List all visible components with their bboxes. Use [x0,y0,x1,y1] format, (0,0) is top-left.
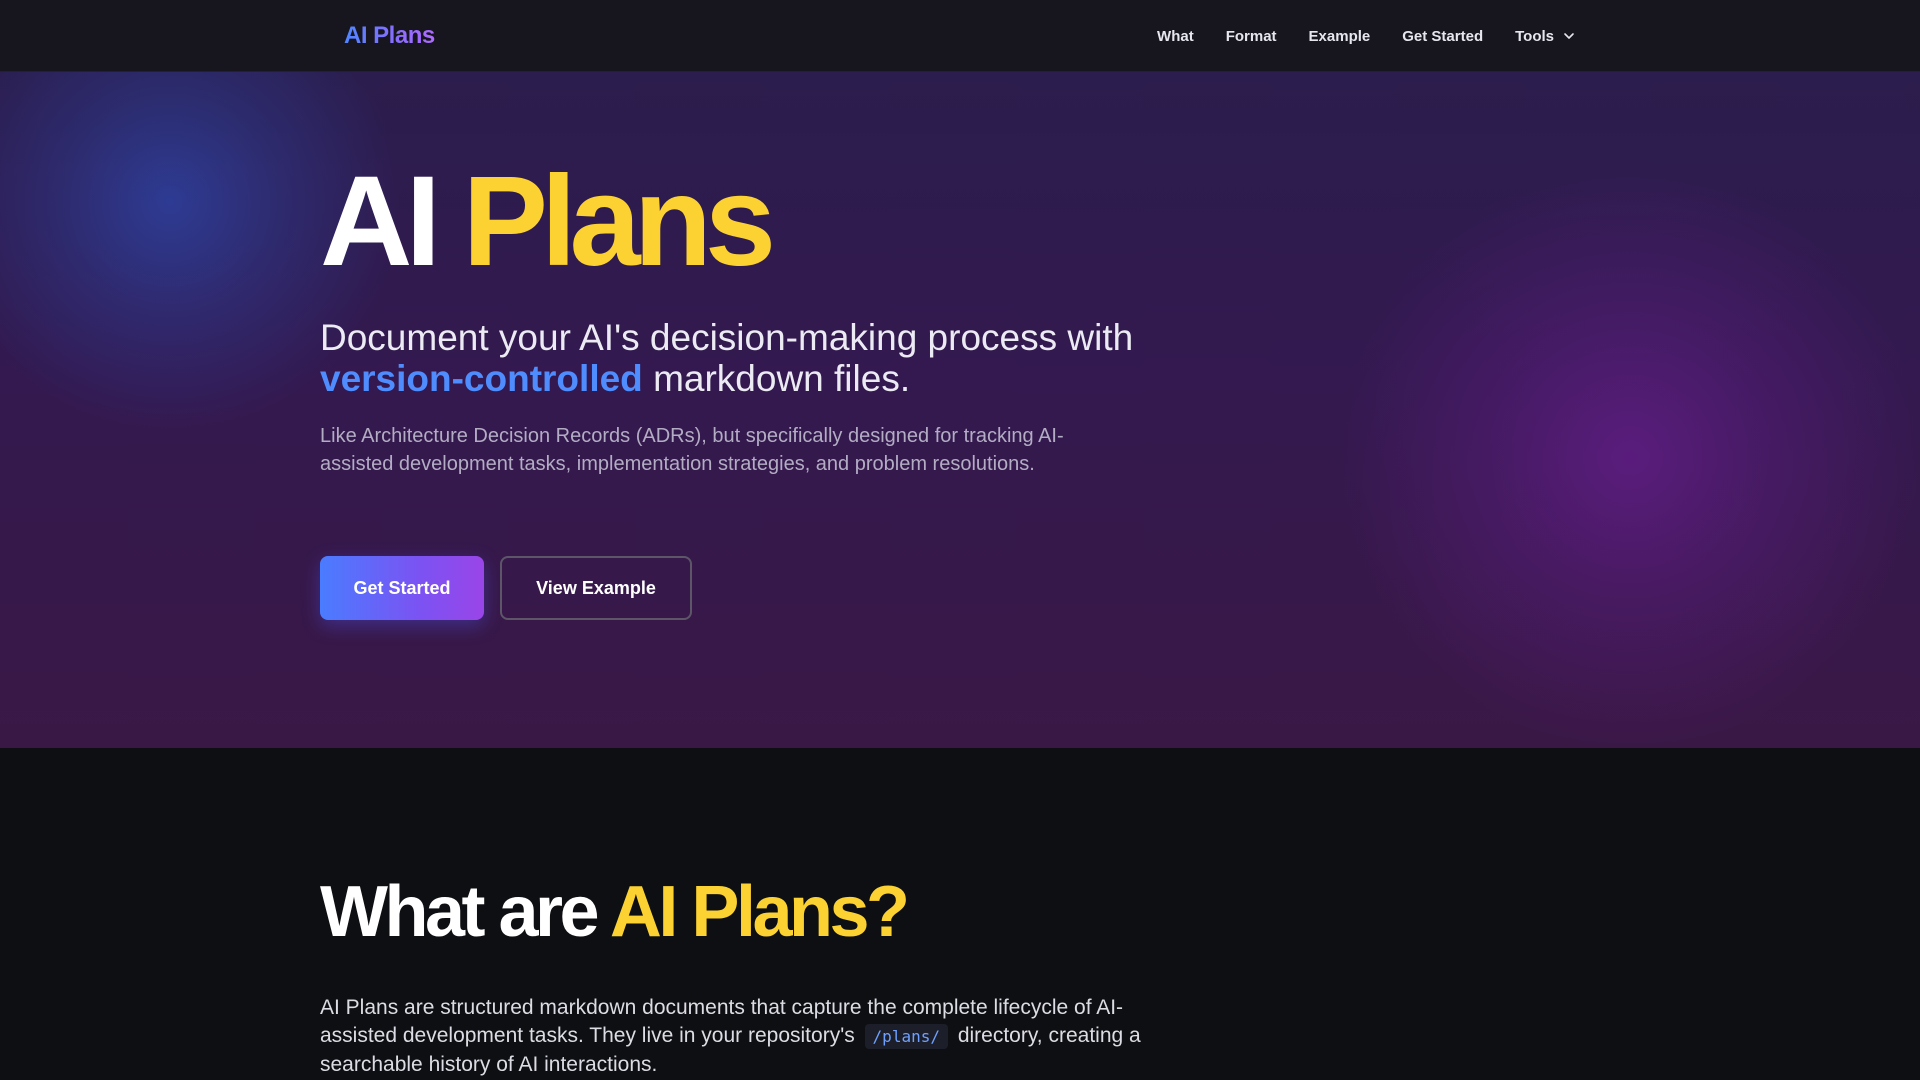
what-title-part1: What are [320,872,600,952]
hero-subtitle: Document your AI's decision-making proce… [320,317,1220,399]
hero-subtitle-after: markdown files. [653,358,911,399]
nav-link-format[interactable]: Format [1226,28,1277,45]
site-logo[interactable]: AI Plans [344,22,435,50]
hero-title-ai: AI [320,150,441,293]
hero-title-plans: Plans [462,150,776,293]
what-title: What are AI Plans? [320,876,910,948]
nav-link-get-started[interactable]: Get Started [1402,28,1483,45]
chevron-down-icon [1562,29,1576,43]
nav-dropdown-tools-label: Tools [1515,27,1554,45]
nav-dropdown-tools[interactable]: Tools [1515,28,1576,45]
hero-section: AI Plans Document your AI's decision-mak… [0,72,1920,748]
plans-dir-code: /plans/ [864,1024,948,1049]
top-navbar: AI Plans What Format Example Get Started… [0,0,1920,72]
navbar-inner: AI Plans What Format Example Get Started… [344,0,1576,72]
nav-links: What Format Example Get Started Tools [1157,28,1576,45]
view-example-button[interactable]: View Example [500,556,692,620]
hero-title: AI Plans [320,158,776,286]
hero-description: Like Architecture Decision Records (ADRs… [320,425,1064,475]
hero-subtitle-accent: version-controlled [320,358,643,399]
what-section: What are AI Plans? AI Plans are structur… [0,748,1920,1080]
hero-subtitle-before: Document your AI's decision-making proce… [320,317,1134,358]
what-title-part2: AI Plans? [609,872,910,952]
get-started-button[interactable]: Get Started [320,556,484,620]
nav-link-what[interactable]: What [1157,28,1194,45]
what-body: AI Plans are structured markdown documen… [320,994,1200,1079]
nav-link-example[interactable]: Example [1309,28,1371,45]
